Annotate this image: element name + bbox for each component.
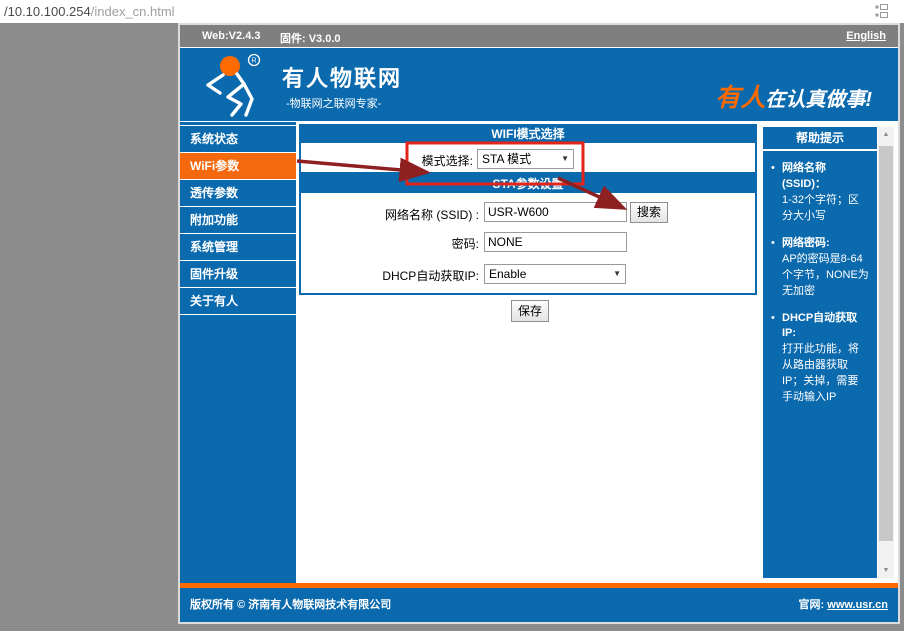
brand-slogan: 有人在认真做事!: [715, 78, 872, 114]
search-button[interactable]: 搜索: [630, 202, 668, 223]
brand-name: 有人物联网: [282, 61, 402, 93]
help-item-password: 网络密码: AP的密码是8-64个字节，NONE为无加密: [771, 236, 869, 300]
sidebar-item-transparent-params[interactable]: 透传参数: [180, 180, 296, 207]
help-term: DHCP自动获取IP:: [782, 311, 869, 343]
official-site: 官网: www.usr.cn: [799, 588, 888, 622]
tab-groups-icon[interactable]: [875, 4, 894, 18]
slogan-highlight: 有人: [715, 84, 765, 112]
copyright-text: 版权所有 © 济南有人物联网技术有限公司: [190, 588, 391, 622]
scrollbar-thumb[interactable]: [879, 146, 893, 541]
help-item-ssid: 网络名称 (SSID)： 1-32个字符；区分大小写: [771, 161, 869, 225]
brand-header: R 有人物联网 -物联网之联网专家- 有人在认真做事!: [180, 47, 898, 121]
firmware-version: 固件: V3.0.0: [280, 30, 341, 46]
sidebar-item-extra-functions[interactable]: 附加功能: [180, 207, 296, 234]
help-desc: 打开此功能，将从路由器获取IP；关掉，需要手动输入IP: [782, 343, 859, 403]
help-term: 网络名称 (SSID)：: [782, 161, 869, 193]
mode-select-value: STA 模式: [482, 152, 531, 166]
screenshot-stage: /10.10.100.254/index_cn.html Web:V2.4.3 …: [0, 0, 904, 631]
english-language-link[interactable]: English: [846, 30, 886, 42]
help-desc: 1-32个字符；区分大小写: [782, 194, 859, 222]
sidebar-item-system-management[interactable]: 系统管理: [180, 234, 296, 261]
scroll-up-icon[interactable]: ▲: [878, 127, 894, 142]
chevron-down-icon: ▼: [613, 265, 621, 283]
sidebar-nav: 系统状态 WiFi参数 透传参数 附加功能 系统管理 固件升级 关于有人: [180, 122, 296, 583]
help-panel: 帮助提示 网络名称 (SSID)： 1-32个字符；区分大小写 网络密码: AP…: [760, 122, 898, 583]
usr-logo-icon: R: [196, 53, 276, 117]
save-button[interactable]: 保存: [511, 300, 549, 322]
url-path: /index_cn.html: [91, 4, 175, 19]
sidebar-item-firmware-upgrade[interactable]: 固件升级: [180, 261, 296, 288]
scroll-down-icon[interactable]: ▼: [878, 563, 894, 578]
version-topbar: Web:V2.4.3 固件: V3.0.0 English: [180, 25, 898, 47]
site-link[interactable]: www.usr.cn: [827, 599, 888, 611]
help-term: 网络密码:: [782, 236, 869, 252]
sidebar-item-about-usr[interactable]: 关于有人: [180, 288, 296, 315]
mode-select-label: 模式选择:: [299, 152, 473, 169]
help-panel-body: 网络名称 (SSID)： 1-32个字符；区分大小写 网络密码: AP的密码是8…: [763, 151, 877, 578]
url-host: /10.10.100.254: [4, 4, 91, 19]
chevron-down-icon: ▼: [561, 150, 569, 168]
ssid-input[interactable]: [484, 202, 627, 222]
dhcp-select-value: Enable: [489, 267, 526, 281]
help-item-dhcp: DHCP自动获取IP: 打开此功能，将从路由器获取IP；关掉，需要手动输入IP: [771, 311, 869, 407]
device-config-page: Web:V2.4.3 固件: V3.0.0 English R 有人物联网 -物…: [180, 25, 898, 622]
web-version: Web:V2.4.3: [202, 30, 261, 42]
password-input[interactable]: [484, 232, 627, 252]
brand-tagline: -物联网之联网专家-: [286, 95, 381, 111]
page-url: /10.10.100.254/index_cn.html: [4, 4, 175, 19]
help-desc: AP的密码是8-64个字节，NONE为无加密: [782, 253, 869, 297]
mode-select-dropdown[interactable]: STA 模式 ▼: [477, 149, 574, 169]
sidebar-item-system-status[interactable]: 系统状态: [180, 125, 296, 153]
browser-address-bar[interactable]: /10.10.100.254/index_cn.html: [0, 0, 904, 23]
svg-text:R: R: [251, 58, 256, 65]
password-label: 密码:: [299, 235, 479, 252]
main-content: WIFI模式选择 模式选择: STA 模式 ▼ STA参数设置 网络名称 (SS…: [299, 122, 757, 583]
dhcp-select-dropdown[interactable]: Enable ▼: [484, 264, 626, 284]
help-panel-title: 帮助提示: [763, 127, 877, 149]
sidebar-item-wifi-params[interactable]: WiFi参数: [180, 153, 296, 180]
site-label: 官网:: [799, 599, 825, 611]
slogan-rest: 在认真做事!: [765, 89, 872, 111]
dhcp-label: DHCP自动获取IP:: [299, 267, 479, 284]
footer: 版权所有 © 济南有人物联网技术有限公司 官网: www.usr.cn: [180, 588, 898, 622]
wifi-mode-section-title: WIFI模式选择: [301, 126, 755, 143]
ssid-label: 网络名称 (SSID) :: [299, 206, 479, 223]
sta-params-section-title: STA参数设置: [301, 176, 755, 193]
help-scrollbar[interactable]: ▲ ▼: [878, 127, 894, 578]
